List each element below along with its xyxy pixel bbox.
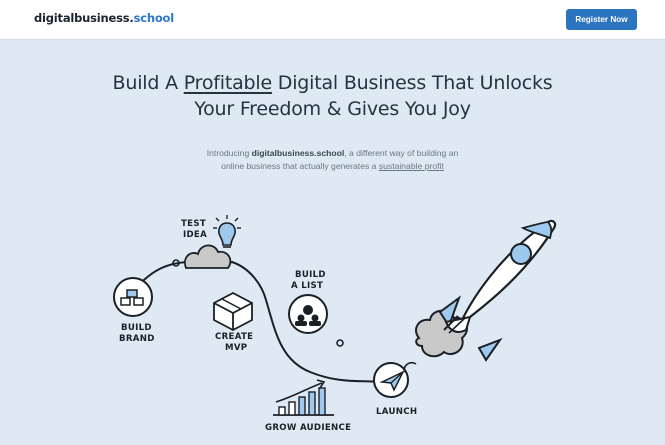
register-now-button[interactable]: Register Now [566, 9, 637, 30]
hero-title: Build A Profitable Digital Business That… [0, 70, 665, 122]
intro-brand: digitalbusiness.school [251, 148, 345, 158]
hero-title-line2: Your Freedom & Gives You Joy [194, 98, 471, 120]
test-idea-label-1: TEST [181, 219, 206, 229]
journey-path [127, 260, 381, 383]
site-logo[interactable]: digitalbusiness.school [34, 11, 174, 25]
create-mvp-label-1: CREATE [215, 332, 253, 342]
paper-plane-icon [373, 362, 409, 398]
journey-illustration: BUILD BRAND TEST IDEA CREATE MVP BUILD A… [113, 215, 557, 433]
hero-title-part2: Digital Business That Unlocks [271, 72, 553, 94]
top-navbar: digitalbusiness.school Register Now [0, 0, 665, 40]
build-brand-label-2: BRAND [119, 334, 155, 344]
box-icon [213, 291, 253, 332]
intro-prefix: Introducing [206, 148, 252, 158]
logo-accent-text: school [133, 11, 175, 25]
hero-title-part1: Build A [112, 72, 184, 94]
bar-chart-icon [273, 379, 334, 416]
grow-audience-label: GROW AUDIENCE [265, 423, 351, 433]
cloud-icon [184, 244, 232, 269]
build-brand-icon [113, 277, 153, 317]
build-list-label-1: BUILD [295, 270, 326, 280]
build-brand-label-1: BUILD [121, 323, 152, 333]
intro-paragraph: Introducing digitalbusiness.school, a di… [200, 147, 465, 173]
hero-title-emphasis: Profitable [183, 72, 272, 94]
build-list-label-2: A LIST [291, 281, 323, 291]
people-icon [288, 294, 328, 334]
create-mvp-label-2: MVP [225, 343, 247, 353]
path-loop-icon [336, 339, 344, 347]
sustainable-profit-link[interactable]: sustainable profit [379, 161, 444, 171]
test-idea-label-2: IDEA [183, 230, 207, 240]
lightbulb-icon [213, 215, 241, 248]
launch-label: LAUNCH [376, 407, 417, 417]
logo-main-text: digitalbusiness. [34, 11, 134, 25]
